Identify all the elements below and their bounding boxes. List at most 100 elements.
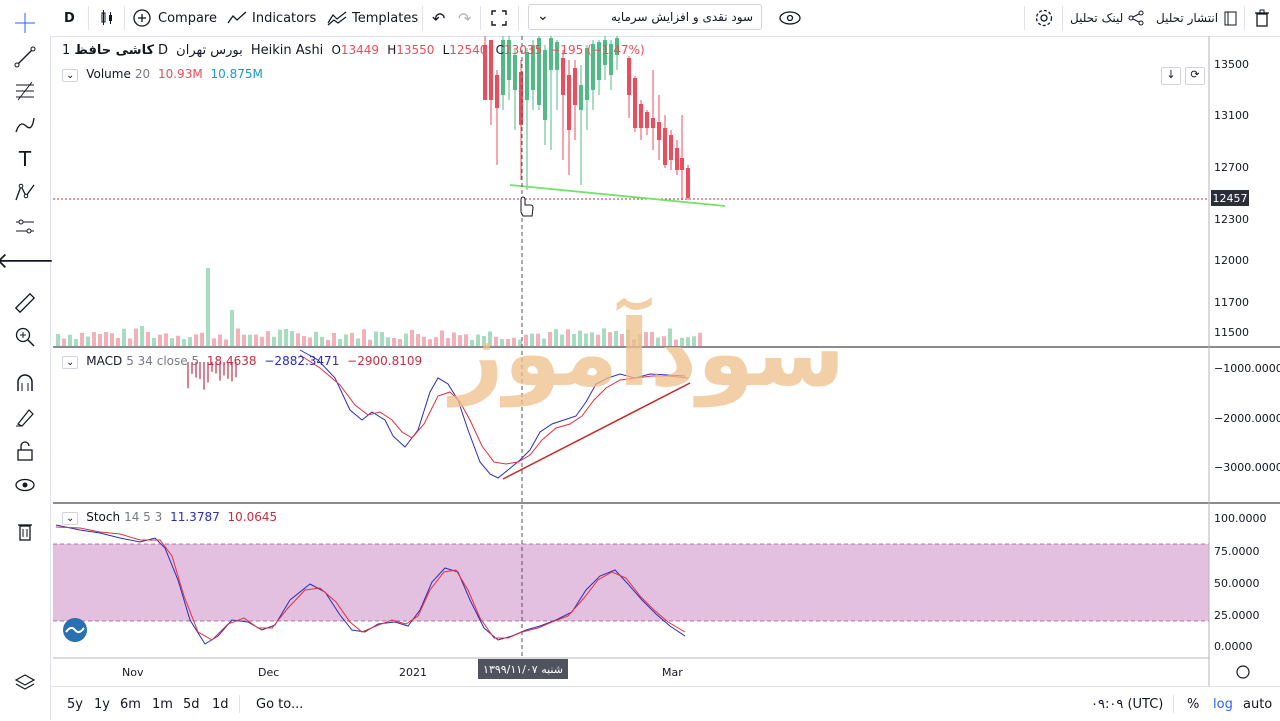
volume-ma-value: 10.875M [210, 67, 263, 81]
close-value: 13035 [503, 43, 543, 57]
volume-bar [224, 339, 228, 346]
timezone-clock[interactable]: ۰۹:۰۹ (UTC) [1091, 687, 1163, 721]
volume-bar [122, 328, 126, 346]
candle-body [513, 55, 517, 90]
volume-bar [260, 336, 264, 346]
axis-settings-icon[interactable] [1236, 665, 1250, 679]
volume-bar [152, 337, 156, 346]
volume-bar [338, 338, 342, 346]
hand-cursor-icon [520, 196, 534, 217]
support-trendline[interactable] [509, 184, 726, 207]
candle-body [633, 78, 637, 128]
current-price-value: 12457 [1213, 192, 1248, 205]
symbol-name[interactable]: کاشی حافظ [74, 43, 154, 58]
candle-body [579, 85, 583, 110]
time-tick: Dec [258, 666, 280, 679]
range-1y[interactable]: 1y [94, 687, 110, 721]
stoch-k-value: 11.3787 [170, 510, 220, 524]
volume-bar [428, 339, 432, 346]
volume-bar [128, 338, 132, 346]
stoch-legend: ⌄ Stoch 14 5 3 11.3787 10.0645 [62, 510, 281, 525]
volume-bar [308, 337, 312, 346]
volume-bar [272, 336, 276, 346]
stoch-tick: 0.0000 [1214, 640, 1253, 653]
volume-bar [194, 334, 198, 346]
candle-body [669, 135, 673, 160]
candle-body [657, 122, 661, 140]
volume-bar [422, 336, 426, 346]
stoch-d-value: 10.0645 [227, 510, 278, 524]
volume-bar [146, 331, 150, 346]
price-tick: 12000 [1214, 254, 1249, 267]
stoch-name: Stoch [86, 510, 121, 524]
stoch-tick: 75.0000 [1214, 545, 1260, 558]
volume-bar [182, 339, 186, 346]
maximize-pane-icon[interactable]: ⟳ [1185, 67, 1205, 85]
volume-bar [320, 336, 324, 346]
volume-bar [116, 337, 120, 346]
change-value: −195 (−1.47%) [550, 43, 645, 57]
volume-bar [416, 334, 420, 346]
volume-bar [278, 329, 282, 346]
range-1d[interactable]: 1d [212, 687, 229, 721]
percent-scale-toggle[interactable]: % [1187, 687, 1199, 721]
candle-body [495, 75, 499, 108]
goto-button[interactable]: Go to... [256, 687, 303, 721]
volume-bar [404, 333, 408, 346]
crosshair-date-value: شنبه ۱۳۹۹/۱۱/۰۷ [483, 663, 563, 676]
time-tick: 2021 [399, 666, 427, 679]
volume-bar [230, 310, 234, 346]
volume-bar [380, 332, 384, 346]
volume-bar [254, 334, 258, 346]
volume-bar [332, 332, 336, 346]
volume-legend: ⌄ Volume 20 10.93M 10.875M [62, 67, 267, 82]
volume-bar [140, 326, 144, 346]
candle-body [675, 148, 679, 170]
volume-bar [200, 332, 204, 346]
volume-bar [86, 336, 90, 346]
macd-tick: −2000.0000 [1214, 412, 1280, 425]
volume-bar [218, 334, 222, 346]
volume-bar [206, 268, 210, 346]
volume-bar [350, 332, 354, 346]
collapse-chevron-icon[interactable]: ⌄ [62, 356, 79, 369]
candle-body [573, 68, 577, 105]
high-value: 13550 [396, 43, 435, 57]
volume-bar [248, 334, 252, 346]
macd-value: −2882.3471 [264, 354, 340, 368]
collapse-chevron-icon[interactable]: ⌄ [62, 512, 79, 525]
scroll-down-icon[interactable]: ↓ [1161, 67, 1181, 85]
volume-bar [212, 338, 216, 346]
candle-body [543, 50, 547, 120]
candle-body [639, 104, 643, 128]
stoch-tick: 50.0000 [1214, 577, 1260, 590]
volume-bar [170, 338, 174, 346]
macd-hist-value: 18.4638 [206, 354, 257, 368]
candles [483, 36, 690, 200]
volume-bar [92, 332, 96, 346]
chart-canvas[interactable]: سودآموز 12457 شنبه ۱۳۹۹/۱۱/۰۷ [0, 0, 1280, 686]
candle-body [645, 112, 649, 128]
macd-name: MACD [86, 354, 123, 368]
collapse-chevron-icon[interactable]: ⌄ [62, 69, 79, 82]
log-scale-toggle[interactable]: log [1213, 687, 1233, 721]
candle-body [663, 128, 667, 165]
range-6m[interactable]: 6m [120, 687, 141, 721]
range-1m[interactable]: 1m [152, 687, 173, 721]
macd-signal-value: −2900.8109 [347, 354, 423, 368]
candle-body [627, 58, 631, 95]
candle-body [680, 158, 684, 170]
volume-bar [410, 329, 414, 346]
volume-bar [188, 337, 192, 346]
range-5d[interactable]: 5d [183, 687, 200, 721]
volume-bar [290, 331, 294, 346]
candle-body [686, 168, 690, 198]
volume-name: Volume [86, 67, 131, 81]
volume-bar [104, 331, 108, 346]
auto-scale-toggle[interactable]: auto [1243, 687, 1272, 721]
volume-bar [68, 334, 72, 346]
price-tick: 12300 [1214, 213, 1249, 226]
volume-bar [314, 331, 318, 346]
macd-tick: −1000.0000 [1214, 362, 1280, 375]
range-5y[interactable]: 5y [67, 687, 83, 721]
